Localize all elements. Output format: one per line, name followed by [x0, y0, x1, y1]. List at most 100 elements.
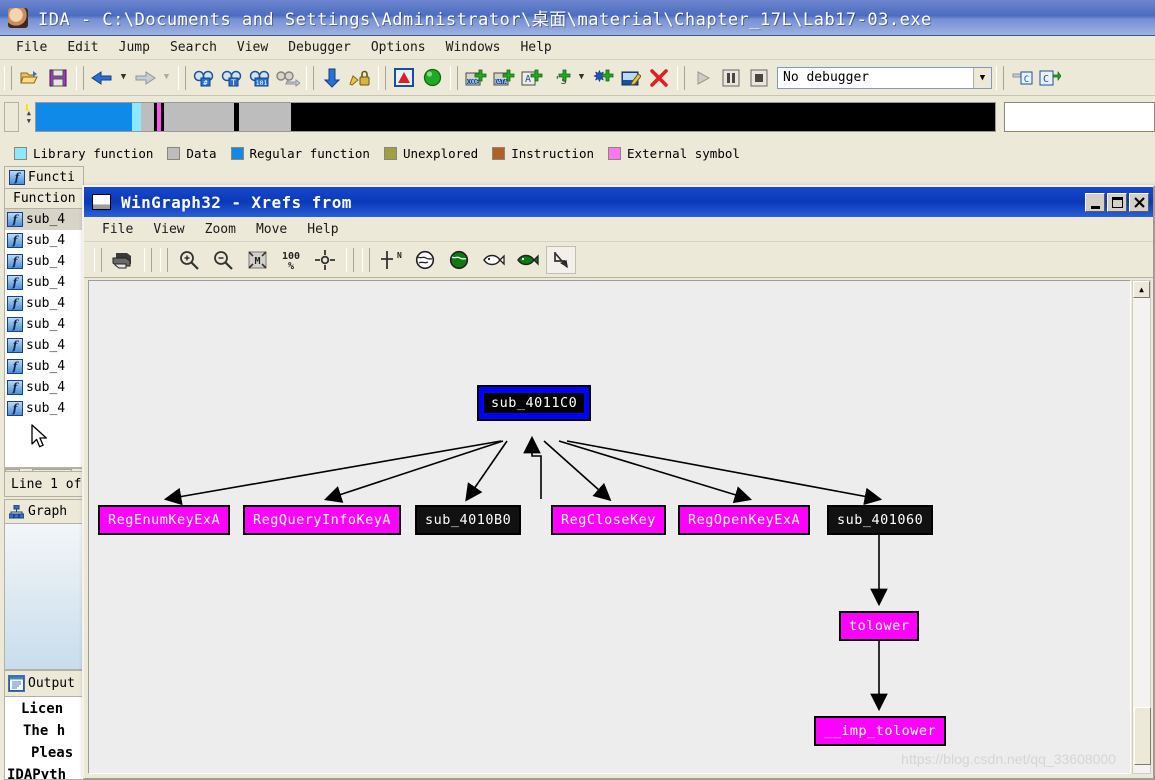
edit-function-icon[interactable] [618, 65, 644, 91]
menu-debugger[interactable]: Debugger [278, 38, 361, 57]
close-button[interactable] [1129, 192, 1149, 212]
zoom-out-icon[interactable] [208, 246, 238, 274]
wg-menu-file[interactable]: File [92, 220, 143, 239]
menu-search[interactable]: Search [160, 38, 227, 57]
window-controls[interactable] [1085, 192, 1149, 212]
search-sequence-icon[interactable]: 101 [247, 65, 273, 91]
jump-down-icon[interactable] [319, 65, 345, 91]
highlight-lock-icon[interactable] [347, 65, 373, 91]
make-code-icon[interactable]: CODE [463, 65, 489, 91]
wg-menu-move[interactable]: Move [246, 220, 297, 239]
open-folder-icon[interactable] [17, 65, 43, 91]
navigation-band[interactable] [34, 102, 996, 132]
delete-icon[interactable] [646, 65, 672, 91]
tab-functions[interactable]: f Functi [4, 166, 84, 188]
run-green-icon[interactable] [419, 65, 445, 91]
back-arrow-icon[interactable] [89, 65, 115, 91]
nav-right-field[interactable] [1003, 102, 1155, 132]
make-ascii-icon[interactable]: A [519, 65, 545, 91]
make-data-icon[interactable]: DATA [491, 65, 517, 91]
chevron-down-icon[interactable]: ▼ [973, 67, 991, 88]
wg-menu-view[interactable]: View [143, 220, 194, 239]
navigation-band-row[interactable]: ▲ ▼ [0, 96, 1155, 138]
function-list-item[interactable]: f sub_4 [5, 230, 83, 251]
wingraph32-menu-bar[interactable]: File View Zoom Move Help [84, 217, 1153, 242]
menu-file[interactable]: File [6, 38, 57, 57]
graph-node-RegCloseKey[interactable]: RegCloseKey [551, 505, 666, 535]
graph-canvas[interactable]: sub_4011C0 RegEnumKeyExA RegQueryInfoKey… [88, 280, 1131, 774]
ida-toolbar[interactable]: ▼ ▼ # T 101 CODE DATA A 's ▼ No debugger… [0, 60, 1155, 96]
back-dropdown-icon[interactable]: ▼ [117, 65, 130, 91]
search-text-icon[interactable]: T [219, 65, 245, 91]
wg-menu-zoom[interactable]: Zoom [195, 220, 246, 239]
scroll-thumb[interactable] [1134, 707, 1151, 765]
graph-node-RegQueryInfoKeyA[interactable]: RegQueryInfoKeyA [243, 505, 402, 535]
wg-menu-help[interactable]: Help [297, 220, 348, 239]
graph-node-sub_4010B0[interactable]: sub_4010B0 [415, 505, 522, 535]
fish-outline-icon[interactable] [478, 246, 508, 274]
stop-icon[interactable] [746, 65, 772, 91]
wingraph32-title-bar[interactable]: WinGraph32 - Xrefs from [84, 187, 1153, 217]
function-list-item[interactable]: f sub_4 [5, 209, 83, 230]
save-icon[interactable] [45, 65, 71, 91]
minimize-button[interactable] [1085, 192, 1105, 212]
forward-arrow-icon[interactable] [132, 65, 158, 91]
fish-filled-icon[interactable] [512, 246, 542, 274]
graph-vertical-scrollbar[interactable]: ▲ [1132, 280, 1151, 774]
pause-icon[interactable] [718, 65, 744, 91]
menu-help[interactable]: Help [510, 38, 561, 57]
make-unexplored-icon[interactable] [590, 65, 616, 91]
menu-options[interactable]: Options [361, 38, 436, 57]
graph-node-sub_401060[interactable]: sub_401060 [827, 505, 934, 535]
output-window-panel[interactable]: Licen The h Pleas IDAPyth [4, 696, 84, 780]
function-list-item[interactable]: f sub_4 [5, 272, 83, 293]
globe-outline-icon[interactable] [410, 246, 440, 274]
print-icon[interactable] [108, 246, 138, 274]
graph-overview-panel[interactable] [4, 523, 84, 670]
maximize-button[interactable] [1107, 192, 1127, 212]
search-hex-icon[interactable]: # [191, 65, 217, 91]
functions-column-header[interactable]: Function [5, 189, 83, 209]
zoom-in-icon[interactable] [174, 246, 204, 274]
nav-left-button[interactable] [4, 102, 20, 132]
step-over-c-icon[interactable]: C [1037, 65, 1063, 91]
forward-dropdown-icon[interactable]: ▼ [160, 65, 173, 91]
wingraph32-toolbar[interactable]: M 100% N [84, 242, 1153, 278]
debugger-select[interactable]: No debugger ▼ [777, 66, 992, 89]
run-icon[interactable] [690, 65, 716, 91]
ida-app-icon [8, 7, 28, 28]
graph-node-RegEnumKeyExA[interactable]: RegEnumKeyExA [98, 505, 231, 535]
function-list-item[interactable]: f sub_4 [5, 251, 83, 272]
down-right-arrow-icon[interactable] [546, 245, 576, 274]
tab-output[interactable]: Output [4, 670, 84, 696]
function-list-item[interactable]: f sub_4 [5, 314, 83, 335]
graph-node-RegOpenKeyExA[interactable]: RegOpenKeyExA [678, 505, 811, 535]
warning-icon[interactable] [391, 65, 417, 91]
menu-view[interactable]: View [227, 38, 278, 57]
function-list-item[interactable]: f sub_4 [5, 398, 83, 419]
graph-node-__imp_tolower[interactable]: __imp_tolower [814, 716, 947, 746]
function-list-item[interactable]: f sub_4 [5, 356, 83, 377]
make-struct-dropdown-icon[interactable]: ▼ [575, 65, 588, 91]
function-list-item[interactable]: f sub_4 [5, 377, 83, 398]
menu-edit[interactable]: Edit [57, 38, 108, 57]
tab-graph[interactable]: Graph [4, 499, 84, 523]
ida-menu-bar[interactable]: File Edit Jump Search View Debugger Opti… [0, 36, 1155, 60]
zoom-100-percent-icon[interactable]: 100% [276, 246, 306, 274]
fit-window-icon[interactable]: M [242, 246, 272, 274]
globe-filled-icon[interactable] [444, 246, 474, 274]
functions-list-panel[interactable]: Function f sub_4 f sub_4 f sub_4 f sub_4… [4, 188, 84, 468]
menu-jump[interactable]: Jump [109, 38, 160, 57]
menu-windows[interactable]: Windows [436, 38, 511, 57]
scroll-up-icon[interactable]: ▲ [1133, 281, 1150, 298]
function-list-item[interactable]: f sub_4 [5, 293, 83, 314]
step-into-c-icon[interactable]: C [1009, 65, 1035, 91]
wingraph32-window[interactable]: WinGraph32 - Xrefs from File View Zoom M… [82, 185, 1155, 780]
function-list-item[interactable]: f sub_4 [5, 335, 83, 356]
center-icon[interactable] [310, 246, 340, 274]
graph-node-sub_4011C0[interactable]: sub_4011C0 [477, 385, 592, 421]
graph-node-tolower[interactable]: tolower [839, 611, 920, 641]
make-struct-icon[interactable]: 's [547, 65, 573, 91]
north-orient-icon[interactable]: N [376, 246, 406, 274]
search-next-icon[interactable] [275, 65, 301, 91]
